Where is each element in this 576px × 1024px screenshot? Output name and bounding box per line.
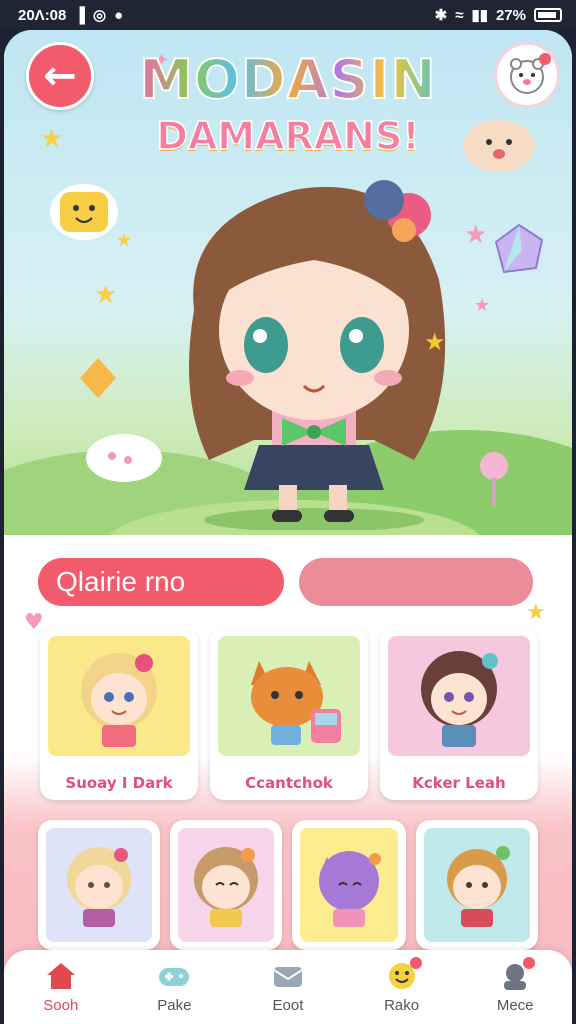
star-icon: ★ — [474, 295, 491, 316]
lollipop-icon — [480, 452, 508, 506]
blonde-girl-illustration — [81, 653, 157, 747]
character-card[interactable] — [170, 820, 282, 950]
tab-active[interactable]: Qlairie rno — [38, 558, 284, 606]
app-subtitle: DAMARANS! — [156, 113, 421, 159]
card-art — [300, 828, 398, 942]
card-art — [48, 636, 190, 756]
character-card[interactable]: Suoay I Dark — [40, 628, 198, 800]
heart-icon: ♥ — [24, 610, 44, 635]
tab-inactive[interactable] — [299, 558, 533, 606]
nav-label: Rako — [384, 996, 420, 1014]
back-button[interactable]: ← — [26, 42, 94, 110]
face-icon: ● — [114, 6, 124, 24]
cell-signal-icon: ▮▮ — [471, 7, 488, 24]
card-art — [178, 828, 274, 942]
app-screen: ★ ★ ★ ★ ★ ✦ — [4, 30, 572, 1024]
hero-banner: ★ ★ ★ ★ ★ ✦ — [4, 30, 572, 540]
character-card[interactable]: Ccantchok — [210, 628, 368, 800]
app-title-text: MODASIN — [138, 47, 437, 112]
brunette-girl-illustration — [421, 651, 498, 747]
fox-boy-illustration — [447, 846, 510, 927]
nav-item-profile[interactable]: Mece — [465, 956, 565, 1014]
home-icon — [44, 961, 78, 991]
main-character-illustration: ★ — [189, 180, 446, 530]
character-card[interactable] — [292, 820, 406, 950]
character-card[interactable] — [38, 820, 160, 950]
bob-girl-illustration — [194, 847, 258, 927]
notification-badge — [409, 956, 422, 969]
nav-label: Eoot — [272, 996, 304, 1014]
nav-item-game[interactable]: Pake — [124, 961, 224, 1014]
cheese-sticker-icon — [50, 184, 118, 240]
card-art — [46, 828, 152, 942]
signal-icon: ▐ — [74, 6, 86, 24]
notification-dot — [539, 53, 551, 65]
nav-label: Mece — [496, 996, 534, 1014]
nav-item-home[interactable]: Sooh — [11, 961, 111, 1014]
card-art — [388, 636, 530, 756]
profile-avatar-button[interactable] — [494, 42, 560, 108]
star-icon: ★ — [94, 280, 118, 310]
curly-girl-illustration — [67, 847, 131, 927]
bottom-navigation: Sooh Pake Eoot Rako Mece — [4, 950, 572, 1024]
purple-girl-illustration — [319, 851, 381, 927]
card-label: Ccantchok — [245, 774, 333, 792]
clock-icon: ◎ — [93, 7, 107, 24]
kite-icon — [80, 358, 116, 398]
crystal-icon — [494, 223, 544, 274]
card-label: Kcker Leah — [412, 774, 506, 792]
status-time: 20Λ:08 — [18, 6, 67, 24]
game-icon — [157, 961, 191, 991]
nav-label: Sooh — [43, 996, 79, 1014]
arrow-left-icon: ← — [43, 53, 77, 99]
notification-badge — [523, 956, 536, 969]
battery-text: 27% — [495, 6, 526, 24]
battery-icon — [534, 8, 562, 22]
nav-label: Pake — [157, 996, 192, 1014]
bluetooth-icon: ✱ — [434, 7, 448, 24]
nav-item-smile[interactable]: Rako — [352, 956, 452, 1014]
character-card[interactable] — [416, 820, 538, 950]
mail-icon — [271, 961, 305, 991]
card-label: Suoay I Dark — [65, 774, 173, 792]
fox-character-illustration — [251, 661, 341, 745]
wifi-icon: ≈ — [455, 6, 464, 24]
nav-item-mail[interactable]: Eoot — [238, 961, 338, 1014]
status-bar: 20Λ:08 ▐ ◎ ● ✱ ≈ ▮▮ 27% — [0, 0, 576, 30]
svg-text:★: ★ — [424, 328, 446, 356]
card-art — [424, 828, 530, 942]
card-art — [218, 636, 360, 756]
character-card[interactable]: Kcker Leah — [380, 628, 538, 800]
star-icon: ★ — [526, 600, 546, 625]
